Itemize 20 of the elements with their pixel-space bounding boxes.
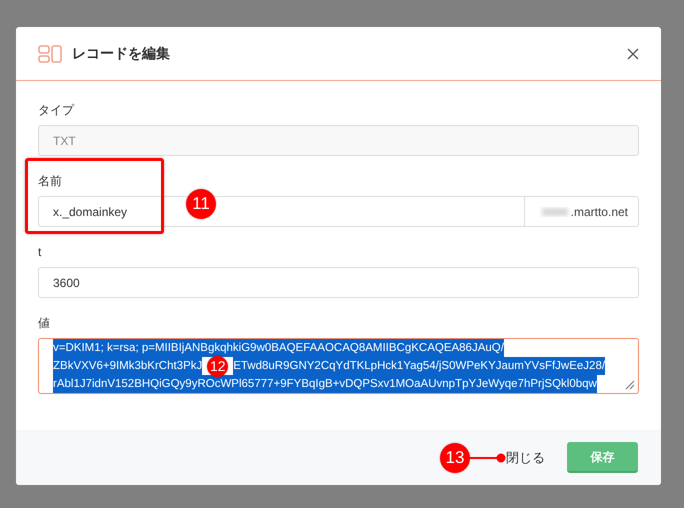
annotation-marker: 13 — [440, 442, 470, 472]
suffix-text: .martto.net — [570, 204, 628, 220]
selected-text: v=DKIM1; k=rsa; p=MIIBIjANBgkqhkiG9w0BAQEFAAOCAQ8AMIIBCgKCAQEA86JAuQ/ — [53, 339, 504, 357]
resize-handle-icon[interactable] — [625, 380, 635, 390]
annotation-marker: 12 — [207, 356, 228, 376]
field-label: t — [38, 244, 42, 261]
dialog-title: レコードを編集 — [72, 44, 170, 63]
close-icon[interactable] — [627, 48, 639, 60]
field-label: タイプ — [38, 102, 74, 119]
annotation-marker: 11 — [186, 189, 216, 219]
selected-text: rAbl1J7idnV152BHQiGQy9yROcWPl65777+9FYBqIgB+vDQPSxv1MOaAUvnpTpYJeWyqe7hPrjSQkl0bqw — [53, 375, 597, 393]
field-label: 値 — [38, 315, 50, 332]
layout-icon — [38, 44, 62, 62]
field-label: 名前 — [38, 173, 62, 190]
text-field[interactable]: 3600 — [38, 267, 639, 298]
leader-line — [470, 452, 506, 462]
selected-text: ZBkVXV6+9IMk3bKrCht3PkJ — [53, 357, 202, 375]
close-link[interactable]: 閉じる — [506, 448, 545, 468]
value-textarea[interactable] — [38, 338, 639, 394]
selected-text: ETwd8uR9GNY2CqYdTKLpHck1Yag54/jS0WPeKYJaumYVsFfJwEeJ28/ — [233, 357, 606, 375]
